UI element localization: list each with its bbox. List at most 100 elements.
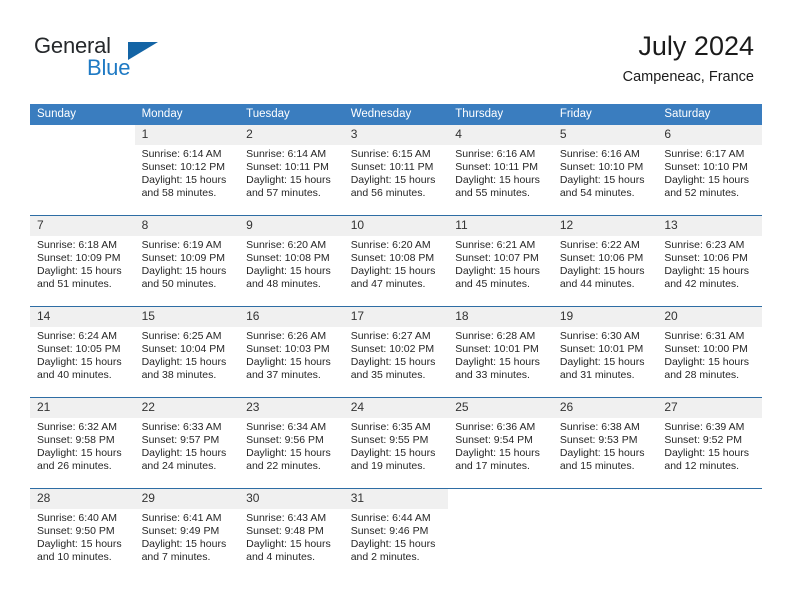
daylight-text-line1: Daylight: 15 hours [37, 265, 122, 278]
sunrise-text: Sunrise: 6:31 AM [664, 330, 745, 342]
day-number: 22 [134, 398, 240, 418]
daylight-text-line2: and 51 minutes. [37, 278, 112, 291]
sunset-text: Sunset: 10:06 PM [664, 252, 748, 265]
calendar-day-cell[interactable]: 17 Sunrise: 6:27 AM Sunset: 10:02 PM Daylig… [343, 306, 449, 398]
calendar-day-cell[interactable]: 26 Sunrise: 6:38 AM Sunset: 9:53 PM Dayligh… [552, 397, 658, 489]
day-number: 12 [552, 216, 658, 236]
page-title: July 2024 [638, 31, 754, 61]
calendar-day-cell[interactable]: 25 Sunrise: 6:36 AM Sunset: 9:54 PM Dayligh… [448, 397, 553, 489]
calendar-day-cell-empty [30, 125, 135, 216]
sunrise-text: Sunrise: 6:36 AM [455, 421, 536, 433]
daylight-text-line2: and 26 minutes. [37, 460, 112, 473]
calendar-day-cell[interactable]: 29 Sunrise: 6:41 AM Sunset: 9:49 PM Dayligh… [134, 488, 240, 579]
sunset-text: Sunset: 10:07 PM [455, 252, 539, 265]
day-sun-info: Sunrise: 6:14 AM Sunset: 10:12 PM Daylight… [135, 145, 240, 200]
day-cell-inner: 22 Sunrise: 6:33 AM Sunset: 9:57 PM Dayligh… [134, 398, 240, 488]
day-number: 7 [30, 216, 135, 236]
sunset-text: Sunset: 10:11 PM [455, 161, 538, 174]
calendar-day-cell[interactable]: 27 Sunrise: 6:39 AM Sunset: 9:52 PM Dayligh… [657, 397, 762, 489]
calendar-day-cell[interactable]: 7 Sunrise: 6:18 AM Sunset: 10:09 PM Dayligh… [30, 215, 135, 307]
day-number: 20 [657, 307, 762, 327]
daylight-text-line2: and 54 minutes. [559, 187, 635, 200]
page-header: General Blue July 2024 Campeneac, France [0, 0, 792, 104]
calendar-day-cell[interactable]: 10 Sunrise: 6:20 AM Sunset: 10:08 PM Daylig… [343, 215, 449, 307]
daylight-text-line2: and 45 minutes. [455, 278, 530, 291]
sunrise-text: Sunrise: 6:18 AM [37, 239, 117, 251]
calendar-day-cell[interactable]: 14 Sunrise: 6:24 AM Sunset: 10:05 PM Daylig… [30, 306, 135, 398]
daylight-text-line1: Daylight: 15 hours [37, 447, 122, 460]
daylight-text-line2: and 55 minutes. [455, 187, 530, 200]
calendar-day-cell[interactable]: 18 Sunrise: 6:28 AM Sunset: 10:01 PM Daylig… [448, 306, 553, 398]
calendar-day-cell[interactable]: 15 Sunrise: 6:25 AM Sunset: 10:04 PM Daylig… [134, 306, 240, 398]
calendar-day-cell[interactable]: 31 Sunrise: 6:44 AM Sunset: 9:46 PM Dayligh… [343, 488, 449, 579]
day-cell-inner [552, 489, 658, 579]
sunrise-text: Sunrise: 6:27 AM [350, 330, 431, 342]
day-number: 27 [657, 398, 762, 418]
calendar-day-cell[interactable]: 11 Sunrise: 6:21 AM Sunset: 10:07 PM Daylig… [448, 215, 553, 307]
sunset-text: Sunset: 10:09 PM [141, 252, 226, 265]
sunrise-text: Sunrise: 6:15 AM [350, 148, 431, 160]
sunset-text: Sunset: 9:53 PM [559, 434, 638, 447]
daylight-text-line1: Daylight: 15 hours [455, 447, 540, 460]
day-sun-info: Sunrise: 6:44 AM Sunset: 9:46 PM Daylight:… [344, 509, 449, 564]
calendar-week-row: 14 Sunrise: 6:24 AM Sunset: 10:05 PM Daylig… [30, 306, 762, 398]
calendar-day-cell[interactable]: 20 Sunrise: 6:31 AM Sunset: 10:00 PM Daylig… [657, 306, 762, 398]
day-number: 10 [343, 216, 449, 236]
day-sun-info: Sunrise: 6:18 AM Sunset: 10:09 PM Daylight… [30, 236, 135, 291]
daylight-text-line1: Daylight: 15 hours [350, 265, 436, 278]
calendar-day-cell[interactable]: 3 Sunrise: 6:15 AM Sunset: 10:11 PM Dayligh… [343, 125, 449, 216]
day-number: 25 [448, 398, 553, 418]
daylight-text-line2: and 31 minutes. [559, 369, 635, 382]
day-number: 16 [239, 307, 344, 327]
calendar-week-row: 7 Sunrise: 6:18 AM Sunset: 10:09 PM Dayligh… [30, 215, 762, 307]
calendar-day-cell[interactable]: 6 Sunrise: 6:17 AM Sunset: 10:10 PM Dayligh… [657, 125, 762, 216]
calendar-day-cell[interactable]: 30 Sunrise: 6:43 AM Sunset: 9:48 PM Dayligh… [239, 488, 344, 579]
day-sun-info: Sunrise: 6:15 AM Sunset: 10:11 PM Daylight… [344, 145, 449, 200]
calendar-day-cell[interactable]: 5 Sunrise: 6:16 AM Sunset: 10:10 PM Dayligh… [552, 125, 658, 216]
day-cell-inner [448, 489, 553, 579]
daylight-text-line2: and 24 minutes. [141, 460, 217, 473]
day-number [657, 489, 762, 509]
sunset-text: Sunset: 10:00 PM [664, 343, 748, 356]
day-sun-info: Sunrise: 6:31 AM Sunset: 10:00 PM Daylight… [657, 327, 762, 382]
calendar-day-cell[interactable]: 8 Sunrise: 6:19 AM Sunset: 10:09 PM Dayligh… [134, 215, 240, 307]
day-number: 19 [552, 307, 658, 327]
calendar-day-cell[interactable]: 24 Sunrise: 6:35 AM Sunset: 9:55 PM Dayligh… [343, 397, 449, 489]
page-subtitle: Campeneac, France [622, 69, 754, 85]
calendar-day-cell[interactable]: 22 Sunrise: 6:33 AM Sunset: 9:57 PM Dayligh… [134, 397, 240, 489]
day-cell-inner: 7 Sunrise: 6:18 AM Sunset: 10:09 PM Dayligh… [30, 216, 135, 306]
sunrise-text: Sunrise: 6:14 AM [141, 148, 222, 160]
sunrise-text: Sunrise: 6:20 AM [350, 239, 431, 251]
calendar-day-cell[interactable]: 9 Sunrise: 6:20 AM Sunset: 10:08 PM Dayligh… [239, 215, 344, 307]
daylight-text-line2: and 38 minutes. [141, 369, 217, 382]
calendar-day-cell[interactable]: 19 Sunrise: 6:30 AM Sunset: 10:01 PM Daylig… [552, 306, 658, 398]
calendar-day-cell[interactable]: 12 Sunrise: 6:22 AM Sunset: 10:06 PM Daylig… [552, 215, 658, 307]
day-number [552, 489, 658, 509]
day-cell-inner: 27 Sunrise: 6:39 AM Sunset: 9:52 PM Dayligh… [657, 398, 762, 488]
sunset-text: Sunset: 10:10 PM [559, 161, 644, 174]
day-cell-inner: 11 Sunrise: 6:21 AM Sunset: 10:07 PM Daylig… [448, 216, 553, 306]
daylight-text-line1: Daylight: 15 hours [350, 356, 436, 369]
calendar-day-cell[interactable]: 1 Sunrise: 6:14 AM Sunset: 10:12 PM Dayligh… [134, 125, 240, 216]
sunrise-text: Sunrise: 6:28 AM [455, 330, 536, 342]
calendar-day-cell[interactable]: 13 Sunrise: 6:23 AM Sunset: 10:06 PM Daylig… [657, 215, 762, 307]
sunset-text: Sunset: 10:08 PM [350, 252, 435, 265]
calendar-day-cell[interactable]: 16 Sunrise: 6:26 AM Sunset: 10:03 PM Daylig… [239, 306, 344, 398]
sunset-text: Sunset: 10:04 PM [141, 343, 226, 356]
logo-text-blue: Blue [87, 55, 131, 80]
daylight-text-line2: and 40 minutes. [37, 369, 112, 382]
weekday-header-sunday: Sunday [30, 104, 135, 125]
day-cell-inner: 31 Sunrise: 6:44 AM Sunset: 9:46 PM Dayligh… [343, 489, 449, 579]
calendar-day-cell[interactable]: 2 Sunrise: 6:14 AM Sunset: 10:11 PM Dayligh… [239, 125, 344, 216]
calendar-day-cell[interactable]: 4 Sunrise: 6:16 AM Sunset: 10:11 PM Dayligh… [448, 125, 553, 216]
sunset-text: Sunset: 9:57 PM [141, 434, 220, 447]
calendar-day-cell[interactable]: 21 Sunrise: 6:32 AM Sunset: 9:58 PM Dayligh… [30, 397, 135, 489]
day-sun-info: Sunrise: 6:22 AM Sunset: 10:06 PM Daylight… [553, 236, 658, 291]
calendar-day-cell[interactable]: 28 Sunrise: 6:40 AM Sunset: 9:50 PM Dayligh… [30, 488, 135, 579]
daylight-text-line1: Daylight: 15 hours [141, 356, 227, 369]
day-cell-inner: 24 Sunrise: 6:35 AM Sunset: 9:55 PM Dayligh… [343, 398, 449, 488]
day-number: 1 [134, 125, 240, 145]
day-number: 29 [134, 489, 240, 509]
calendar-day-cell[interactable]: 23 Sunrise: 6:34 AM Sunset: 9:56 PM Dayligh… [239, 397, 344, 489]
daylight-text-line1: Daylight: 15 hours [246, 538, 331, 551]
